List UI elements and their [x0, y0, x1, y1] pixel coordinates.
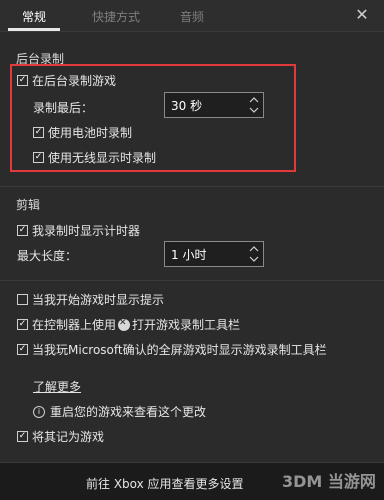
- watermark-logo: 3DM 当游网: [282, 472, 376, 491]
- tab-shortcuts[interactable]: 快捷方式: [92, 8, 140, 25]
- record-in-background-option[interactable]: ✓ 在后台录制游戏: [17, 72, 116, 89]
- controller-toolbar-option[interactable]: ✓ 在控制器上使用 打开游戏录制工具栏: [17, 316, 240, 333]
- checkbox-checked-icon[interactable]: ✓: [33, 152, 44, 163]
- info-icon: i: [33, 405, 45, 418]
- restart-notice: i 重启您的游戏来查看这个更改: [33, 403, 206, 420]
- checkbox-checked-icon[interactable]: ✓: [17, 431, 28, 442]
- chevron-up-icon[interactable]: [249, 245, 259, 253]
- remember-as-game-option[interactable]: ✓ 将其记为游戏: [17, 428, 104, 445]
- use-battery-label: 使用电池时录制: [48, 126, 133, 140]
- xbox-logo-icon: [118, 318, 131, 331]
- checkbox-checked-icon[interactable]: ✓: [17, 344, 28, 355]
- chevron-down-icon[interactable]: [249, 255, 259, 263]
- record-in-background-label: 在后台录制游戏: [32, 74, 117, 88]
- show-timer-option[interactable]: ✓ 我录制时显示计时器: [17, 222, 140, 239]
- checkbox-unchecked-icon[interactable]: [17, 294, 28, 305]
- restart-notice-label: 重启您的游戏来查看这个更改: [50, 405, 207, 419]
- fullscreen-toolbar-option[interactable]: ✓ 当我玩Microsoft确认的全屏游戏时显示游戏录制工具栏: [17, 341, 327, 358]
- section-title-clips: 剪辑: [16, 198, 41, 212]
- chevron-down-icon[interactable]: [249, 106, 259, 114]
- fullscreen-toolbar-label: 当我玩Microsoft确认的全屏游戏时显示游戏录制工具栏: [32, 343, 327, 357]
- checkbox-checked-icon[interactable]: ✓: [33, 127, 44, 138]
- checkbox-checked-icon[interactable]: ✓: [17, 75, 28, 86]
- learn-more-link[interactable]: 了解更多: [33, 378, 81, 395]
- remember-as-game-label: 将其记为游戏: [32, 430, 105, 444]
- use-battery-option[interactable]: ✓ 使用电池时录制: [33, 124, 132, 141]
- show-tips-option[interactable]: 当我开始游戏时显示提示: [17, 291, 164, 308]
- active-tab-indicator: [8, 28, 60, 31]
- max-length-value: 1 小时: [171, 247, 207, 262]
- controller-toolbar-label-prefix: 在控制器上使用: [32, 318, 117, 332]
- spinner-icon[interactable]: [249, 96, 259, 114]
- show-tips-label: 当我开始游戏时显示提示: [32, 293, 165, 307]
- spinner-icon[interactable]: [249, 245, 259, 263]
- tab-bar: 常规 快捷方式 音频 ✕: [0, 0, 384, 32]
- record-last-value: 30 秒: [171, 98, 203, 113]
- show-timer-label: 我录制时显示计时器: [32, 224, 141, 238]
- max-length-select[interactable]: 1 小时: [164, 241, 264, 267]
- checkbox-checked-icon[interactable]: ✓: [17, 225, 28, 236]
- use-wireless-display-option[interactable]: ✓ 使用无线显示时录制: [33, 149, 156, 166]
- open-xbox-app-link[interactable]: 前往 Xbox 应用查看更多设置: [86, 475, 244, 492]
- section-divider: [0, 186, 384, 187]
- record-last-label: 录制最后：: [33, 101, 94, 115]
- tab-general[interactable]: 常规: [22, 8, 46, 25]
- max-length-label: 最大长度：: [17, 249, 78, 263]
- close-icon[interactable]: ✕: [353, 6, 371, 24]
- use-wireless-display-label: 使用无线显示时录制: [48, 151, 157, 165]
- record-last-select[interactable]: 30 秒: [164, 92, 264, 118]
- section-divider: [0, 280, 384, 281]
- controller-toolbar-label-suffix: 打开游戏录制工具栏: [132, 318, 241, 332]
- chevron-up-icon[interactable]: [249, 96, 259, 104]
- checkbox-checked-icon[interactable]: ✓: [17, 319, 28, 330]
- tab-audio[interactable]: 音频: [180, 8, 204, 25]
